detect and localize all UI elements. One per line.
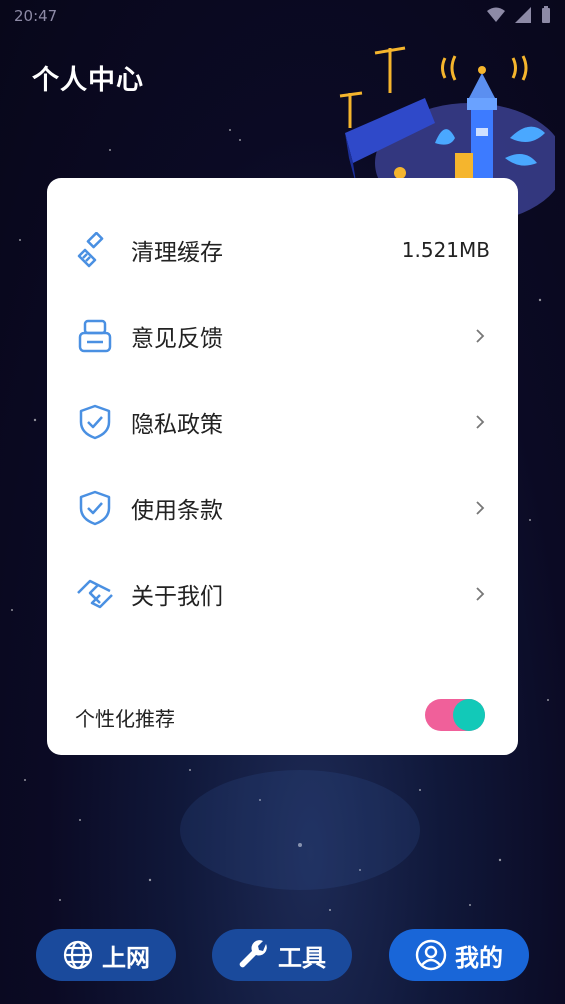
nav-tab-label: 我的 — [455, 943, 503, 972]
personalized-recommendation-toggle[interactable] — [425, 699, 485, 731]
status-time: 20:47 — [14, 7, 58, 25]
chevron-right-icon — [476, 587, 485, 601]
broom-icon — [75, 230, 115, 270]
chevron-right-icon — [476, 501, 485, 515]
menu-item-label: 使用条款 — [131, 498, 223, 524]
feedback-icon — [75, 316, 115, 356]
status-icons — [487, 6, 551, 24]
menu-item-label: 隐私政策 — [131, 412, 223, 438]
wrench-icon — [238, 939, 270, 971]
menu-item-label: 意见反馈 — [131, 326, 223, 352]
shield-check-icon — [75, 488, 115, 528]
cache-size-value: 1.521MB — [401, 238, 490, 262]
menu-item-feedback[interactable]: 意见反馈 — [47, 301, 518, 371]
nav-tab-internet[interactable]: 上网 — [36, 929, 176, 981]
bottom-nav: 上网 工具 我的 — [0, 929, 565, 981]
menu-item-about-us[interactable]: 关于我们 — [47, 559, 518, 629]
menu-item-clear-cache[interactable]: 清理缓存 1.521MB — [47, 215, 518, 285]
globe-icon — [62, 939, 94, 971]
personalized-recommendation-label: 个性化推荐 — [75, 707, 175, 731]
handshake-icon — [75, 574, 115, 614]
nav-tab-label: 工具 — [278, 943, 326, 972]
menu-item-terms-of-use[interactable]: 使用条款 — [47, 473, 518, 543]
nav-tab-mine[interactable]: 我的 — [389, 929, 529, 981]
battery-icon — [542, 6, 550, 23]
page-title: 个人中心 — [32, 65, 144, 96]
shield-check-icon — [75, 402, 115, 442]
status-bar: 20:47 — [0, 0, 565, 36]
menu-item-label: 清理缓存 — [131, 240, 223, 266]
toggle-knob — [453, 699, 485, 731]
user-icon — [415, 939, 447, 971]
menu-item-privacy-policy[interactable]: 隐私政策 — [47, 387, 518, 457]
settings-card: 清理缓存 1.521MB 意见反馈 隐私政策 使用条款 关于我们 个性化推荐 — [47, 178, 518, 755]
signal-icon — [515, 7, 531, 23]
nav-tab-tools[interactable]: 工具 — [212, 929, 352, 981]
nav-tab-label: 上网 — [102, 943, 150, 972]
menu-item-label: 关于我们 — [131, 584, 223, 610]
chevron-right-icon — [476, 329, 485, 343]
chevron-right-icon — [476, 415, 485, 429]
wifi-icon — [487, 7, 505, 22]
